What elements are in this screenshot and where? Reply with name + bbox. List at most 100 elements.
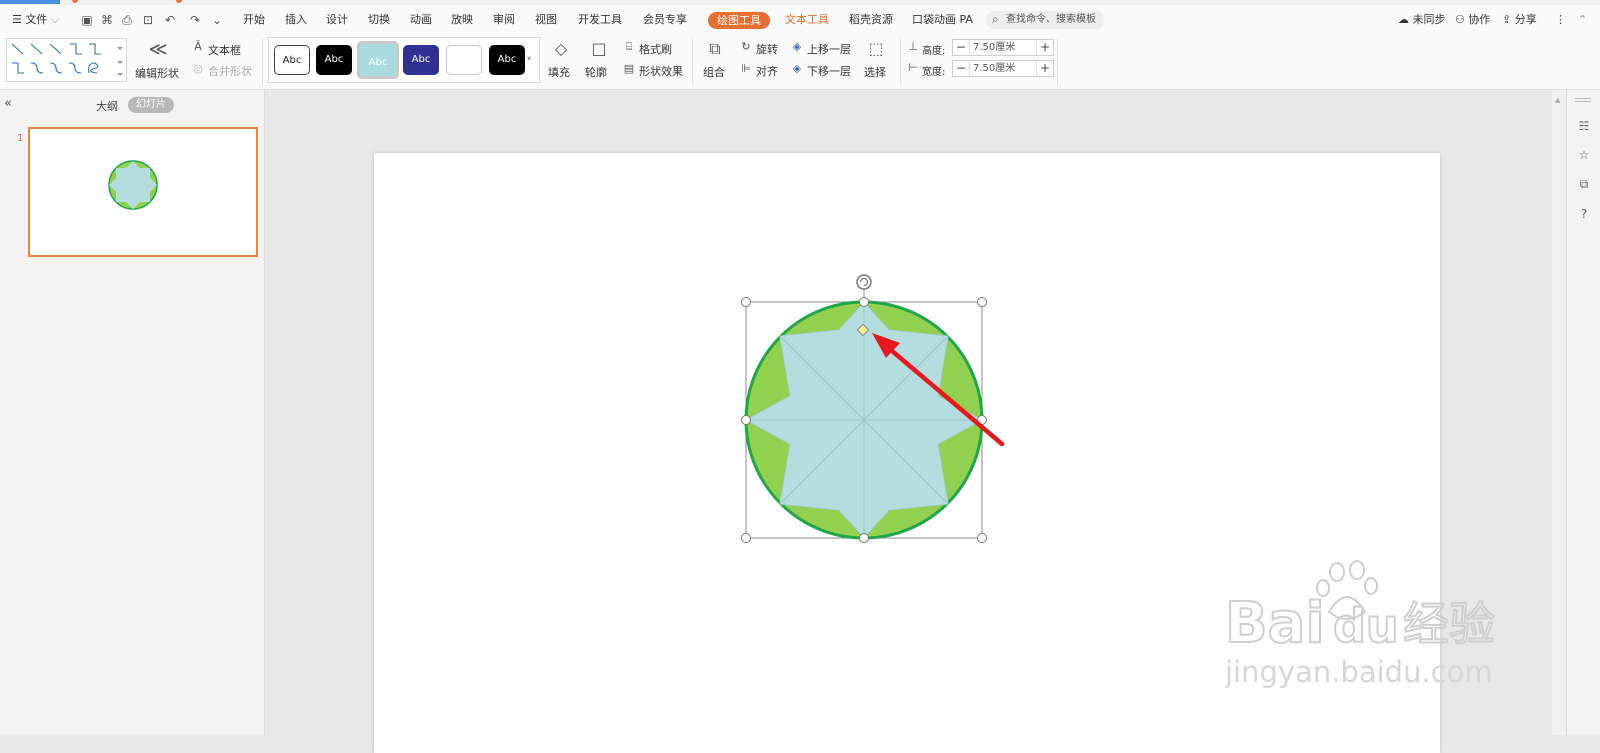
right-side-toolbar: ☷ ☆ ⧉ ?	[1566, 90, 1600, 735]
format-painter-icon[interactable]: ⌸	[622, 40, 636, 54]
group-button[interactable]: 组合	[703, 64, 725, 80]
resize-handle-bottom-right[interactable]	[977, 533, 987, 543]
resize-handle-bottom-left[interactable]	[741, 533, 751, 543]
fill-bucket-icon[interactable]: ◇	[551, 39, 571, 58]
transition-icon[interactable]: ⧉	[1576, 176, 1592, 192]
chevron-down-icon: ⌵	[50, 13, 60, 26]
edit-shape-button[interactable]: 编辑形状	[135, 65, 179, 81]
resize-handle-top-right[interactable]	[977, 297, 987, 307]
file-menu[interactable]: ☰ 文件 ⌵	[12, 5, 59, 35]
merge-shape-icon: ◎	[193, 62, 203, 75]
tab-text-tools[interactable]: 文本工具	[785, 5, 829, 35]
style-swatch-white[interactable]	[446, 45, 482, 75]
customize-toolbar-icon[interactable]: ⌄	[210, 13, 224, 27]
scroll-up-icon[interactable]: ▲	[1555, 96, 1560, 104]
select-cursor-icon[interactable]: ⬚	[866, 39, 886, 58]
text-box-icon[interactable]: Ā	[191, 40, 205, 53]
style-swatch-navy[interactable]: Abc	[403, 45, 439, 75]
tab-insert[interactable]: 插入	[285, 5, 307, 35]
collapse-panel-icon[interactable]: «	[4, 96, 12, 111]
tab-resources[interactable]: 稻壳资源	[849, 5, 893, 35]
print-preview-icon[interactable]: ⊡	[141, 13, 155, 27]
send-backward-icon[interactable]: ◈	[790, 62, 804, 75]
tab-view[interactable]: 视图	[535, 5, 557, 35]
tab-outline[interactable]: 大纲	[96, 98, 118, 114]
width-decrease-button[interactable]: −	[953, 61, 970, 76]
height-decrease-button[interactable]: −	[953, 40, 970, 55]
select-button[interactable]: 选择	[864, 64, 886, 80]
watermark-cn: 经验	[1403, 597, 1495, 651]
tab-drawing-tools[interactable]: 绘图工具	[708, 12, 770, 29]
properties-sliders-icon[interactable]: ☷	[1576, 118, 1592, 134]
active-doc-tab-indicator	[0, 0, 60, 4]
format-painter-button[interactable]: 格式刷	[639, 41, 672, 57]
save-icon[interactable]: ▣	[80, 13, 94, 27]
share-button[interactable]: ⇪ 分享	[1502, 5, 1537, 35]
height-stepper[interactable]: − 7.50厘米 +	[952, 39, 1054, 56]
tab-home[interactable]: 开始	[243, 5, 265, 35]
help-icon[interactable]: ?	[1576, 206, 1592, 222]
style-swatch-black-2[interactable]: Abc	[489, 45, 525, 75]
outline-button[interactable]: 轮廓	[585, 64, 607, 80]
shape-style-gallery[interactable]: Abc Abc Abc Abc Abc ▾	[268, 37, 540, 83]
rotate-button[interactable]: 旋转	[756, 41, 778, 57]
width-increase-button[interactable]: +	[1036, 61, 1053, 76]
gallery-scroll-icon[interactable]: ▾	[527, 54, 531, 63]
selected-shape-group[interactable]	[740, 270, 1010, 546]
resize-handle-top[interactable]	[859, 297, 869, 307]
group-icon[interactable]: ⧉	[705, 39, 725, 59]
animation-star-icon[interactable]: ☆	[1576, 147, 1592, 163]
more-options-icon[interactable]: ⋮	[1555, 5, 1566, 35]
fill-button[interactable]: 填充	[548, 64, 570, 80]
tab-slides[interactable]: 幻灯片	[128, 97, 174, 113]
edit-shape-icon[interactable]: ≪	[147, 39, 169, 60]
redo-icon[interactable]: ↷	[188, 13, 202, 27]
tab-design[interactable]: 设计	[326, 5, 348, 35]
align-icon[interactable]: ⊫	[739, 62, 753, 75]
tab-animation[interactable]: 动画	[410, 5, 432, 35]
bring-forward-icon[interactable]: ◈	[790, 40, 804, 53]
align-button[interactable]: 对齐	[756, 63, 778, 79]
tab-pocket-animation[interactable]: 口袋动画 PA	[912, 5, 973, 35]
style-swatch-black[interactable]: Abc	[316, 45, 352, 75]
command-search[interactable]: ⌕ 查找命令、搜索模板	[986, 11, 1104, 29]
resize-handle-bottom[interactable]	[859, 533, 869, 543]
collaborate-button[interactable]: ⚇ 协作	[1455, 5, 1490, 35]
width-stepper[interactable]: − 7.50厘米 +	[952, 60, 1054, 77]
star-inner-lines	[746, 302, 982, 538]
tab-slideshow[interactable]: 放映	[451, 5, 473, 35]
chevron-up-icon[interactable]: ⌃	[1578, 5, 1587, 35]
menu-bar: ☰ 文件 ⌵ ▣ ⌘ ⎙ ⊡ ↶ ↷ ⌄ 开始 插入 设计 切换 动画 放映 审…	[0, 5, 1600, 35]
lines-gallery[interactable]	[6, 38, 127, 82]
tab-review[interactable]: 审阅	[493, 5, 515, 35]
undo-icon[interactable]: ↶	[163, 13, 177, 27]
cloud-icon: ☁	[1398, 13, 1409, 26]
tab-developer[interactable]: 开发工具	[578, 5, 622, 35]
height-increase-button[interactable]: +	[1036, 40, 1053, 55]
rotate-handle[interactable]	[856, 274, 872, 290]
tab-transition[interactable]: 切换	[368, 5, 390, 35]
ribbon-divider	[262, 39, 263, 85]
merge-shape-button: 合并形状	[208, 65, 252, 78]
shape-effects-icon[interactable]: ▤	[622, 62, 636, 75]
text-box-button[interactable]: 文本框	[208, 42, 241, 58]
shape-effects-button[interactable]: 形状效果	[639, 63, 683, 79]
width-value[interactable]: 7.50厘米	[973, 61, 1015, 76]
drag-grip-icon[interactable]	[1575, 98, 1591, 102]
rotate-icon[interactable]: ↻	[739, 40, 753, 53]
height-value[interactable]: 7.50厘米	[973, 40, 1015, 55]
share-label: 分享	[1514, 13, 1537, 26]
resize-handle-left[interactable]	[741, 415, 751, 425]
style-swatch-outline[interactable]: Abc	[274, 45, 310, 75]
format-brush-icon[interactable]: ⌘	[100, 13, 114, 27]
outline-icon[interactable]: □	[589, 39, 609, 58]
bring-forward-button[interactable]: 上移一层	[807, 41, 851, 57]
print-icon[interactable]: ⎙	[120, 13, 134, 27]
style-swatch-light-blue-selected[interactable]: Abc	[357, 41, 399, 79]
sync-button[interactable]: ☁ 未同步	[1398, 5, 1446, 35]
slide-thumbnail[interactable]	[28, 127, 258, 257]
tab-member[interactable]: 会员专享	[643, 5, 687, 35]
resize-handle-top-left[interactable]	[741, 297, 751, 307]
slides-panel: « 大纲 幻灯片 1	[0, 90, 265, 735]
send-backward-button[interactable]: 下移一层	[807, 63, 851, 79]
